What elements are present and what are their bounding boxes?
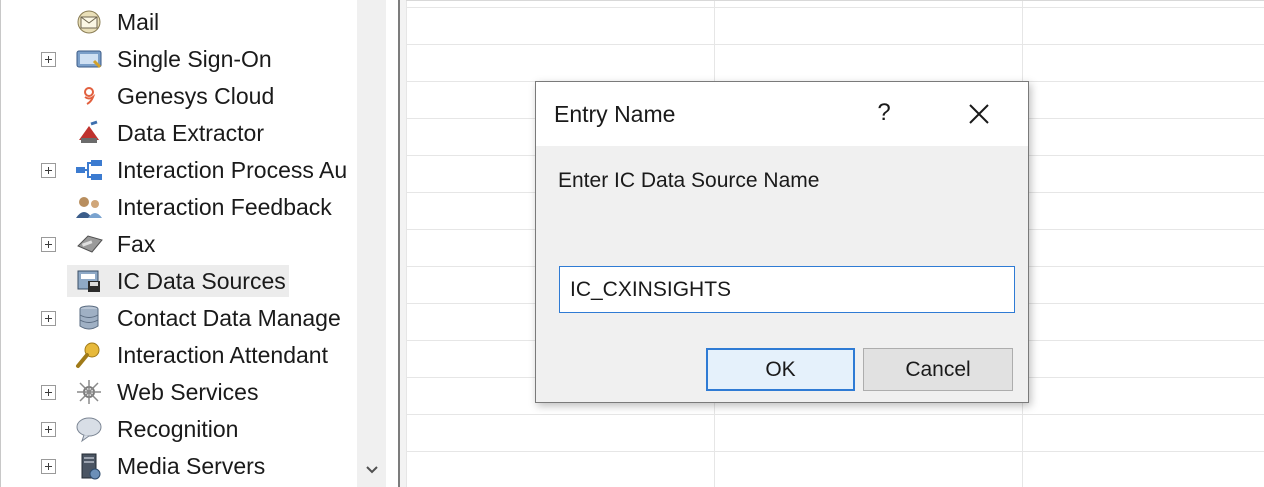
expand-icon[interactable] [41, 311, 56, 326]
tree-item-label: Fax [117, 231, 156, 257]
tree-item-label: Mail [117, 9, 160, 35]
attendant-icon [73, 342, 105, 368]
entry-name-dialog: Entry Name ? Enter IC Data Source Name O… [535, 81, 1029, 403]
tree-item-mail[interactable]: Mail [1, 5, 361, 39]
tree-item-interaction-feedback[interactable]: Interaction Feedback [1, 190, 361, 224]
tree-item-data-extractor[interactable]: Data Extractor [1, 116, 361, 150]
expand-icon[interactable] [41, 422, 56, 437]
expand-icon[interactable] [41, 163, 56, 178]
contact-data-icon [73, 305, 105, 331]
tree-item-label: Web Services [117, 379, 259, 405]
recognition-icon [73, 416, 105, 443]
tree-item-interaction-process-automation[interactable]: Interaction Process Au [1, 153, 361, 187]
data-source-name-input[interactable] [559, 266, 1015, 313]
cancel-button[interactable]: Cancel [863, 348, 1013, 391]
prompt-label: Enter IC Data Source Name [558, 169, 820, 192]
tree-item-label: Contact Data Manage [117, 305, 341, 331]
tree-item-contact-data-manager[interactable]: Contact Data Manage [1, 301, 361, 335]
tree-item-label: Genesys Cloud [117, 83, 275, 109]
tree-scrollbar[interactable] [357, 0, 386, 487]
expand-icon[interactable] [41, 237, 56, 252]
tree-item-fax[interactable]: Fax [1, 227, 361, 261]
fax-icon [73, 231, 105, 257]
process-automation-icon [73, 157, 105, 183]
tree-item-label: Interaction Feedback [117, 194, 332, 220]
single-sign-on-icon [73, 46, 105, 72]
tree-item-recognition[interactable]: Recognition [1, 412, 361, 446]
tree-item-label: Recognition [117, 416, 239, 442]
web-services-icon [73, 379, 105, 405]
tree-item-label: Interaction Process Au [117, 157, 348, 183]
ok-button[interactable]: OK [706, 348, 855, 391]
navigation-tree: Mail Single Sign-On Genesys Cloud Data E… [0, 0, 386, 487]
close-button[interactable] [958, 94, 1000, 134]
tree-item-ic-data-sources[interactable]: IC Data Sources [1, 264, 361, 298]
tree-item-interaction-attendant[interactable]: Interaction Attendant [1, 338, 361, 372]
close-icon [969, 104, 989, 124]
tree-item-label: Media Servers [117, 453, 266, 479]
mail-icon [73, 9, 105, 35]
media-servers-icon [73, 453, 105, 480]
tree-item-single-sign-on[interactable]: Single Sign-On [1, 42, 361, 76]
tree-item-label: Data Extractor [117, 120, 264, 146]
tree-item-label: Interaction Attendant [117, 342, 328, 368]
tree-item-genesys-cloud[interactable]: Genesys Cloud [1, 79, 361, 113]
dialog-titlebar: Entry Name ? [536, 82, 1028, 146]
expand-icon[interactable] [41, 385, 56, 400]
feedback-icon [73, 194, 105, 220]
expand-icon[interactable] [41, 52, 56, 67]
expand-icon[interactable] [41, 459, 56, 474]
panel-splitter[interactable] [398, 0, 406, 487]
tree-item-label: Single Sign-On [117, 46, 272, 72]
genesys-cloud-icon [73, 83, 105, 109]
chevron-down-icon[interactable] [364, 462, 380, 478]
help-button[interactable]: ? [864, 94, 904, 134]
data-sources-icon [73, 268, 105, 294]
dialog-title: Entry Name [554, 101, 676, 127]
tree-item-label: IC Data Sources [117, 268, 286, 294]
data-extractor-icon [73, 120, 105, 146]
tree-item-media-servers[interactable]: Media Servers [1, 449, 361, 483]
tree-item-web-services[interactable]: Web Services [1, 375, 361, 409]
